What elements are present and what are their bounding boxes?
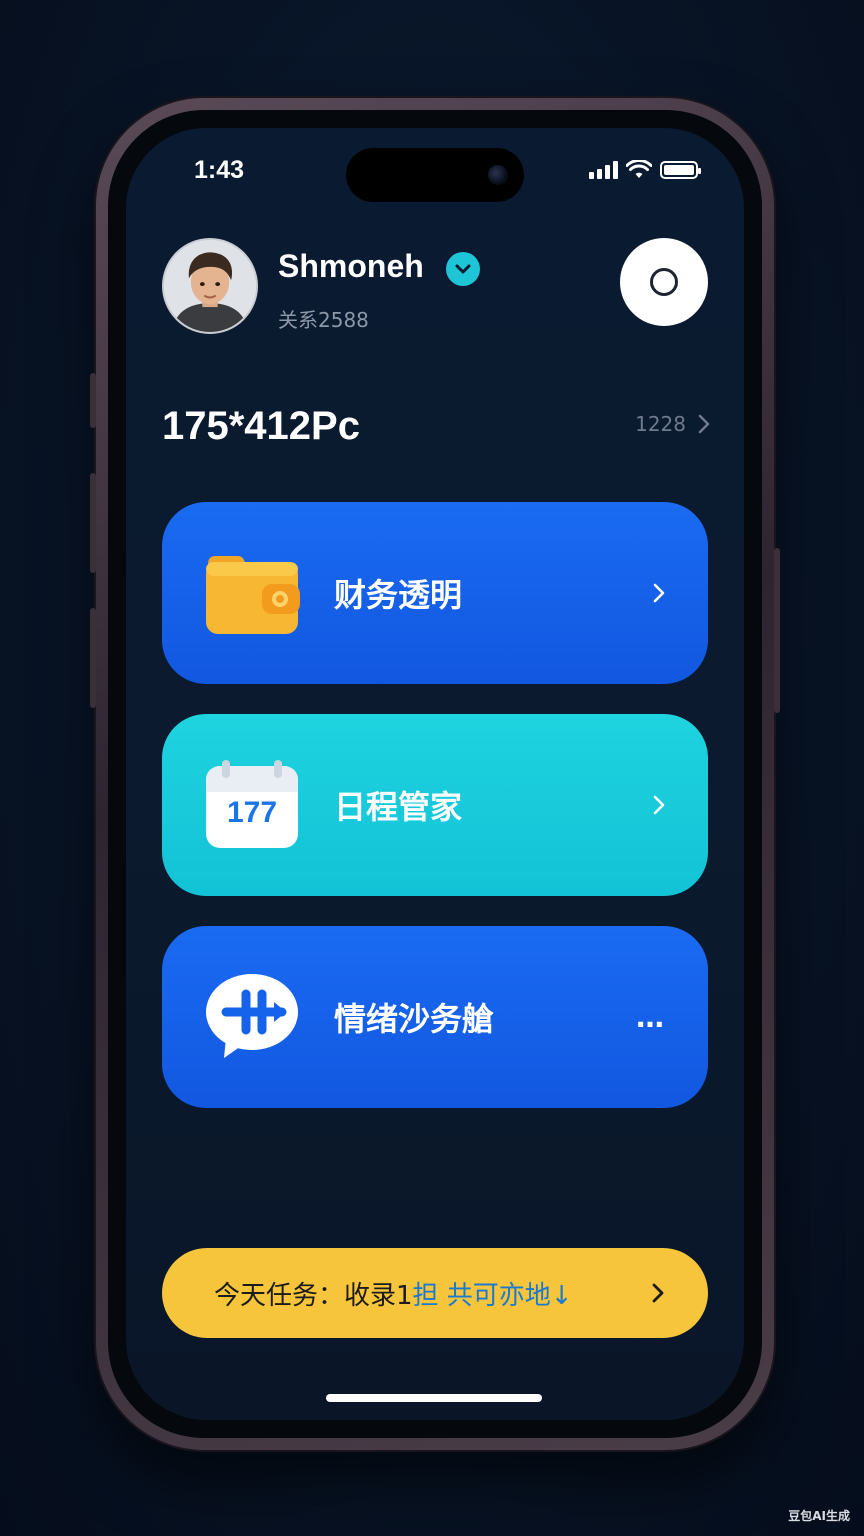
balance-link[interactable]: 1228 <box>635 412 710 436</box>
calendar-icon: 177 <box>204 760 300 850</box>
user-name: Shmoneh <box>278 248 424 284</box>
task-prefix: 今天任务：收录1 <box>214 1280 413 1311</box>
emotion-card[interactable]: 情绪沙务艙 … <box>162 926 708 1108</box>
action-button <box>90 373 96 428</box>
phone-screen: 1:43 Shmoneh 关系2588 175*412Pc 1228 财务透明 … <box>126 128 744 1420</box>
app-stage: 1:43 Shmoneh 关系2588 175*412Pc 1228 财务透明 … <box>0 0 864 1536</box>
calendar-number: 177 <box>226 796 278 829</box>
user-subtitle: 关系2588 <box>278 308 369 332</box>
battery-icon <box>660 161 701 179</box>
balance-link-label: 1228 <box>635 412 686 436</box>
more-icon[interactable]: … <box>636 1001 666 1034</box>
phone-frame: 1:43 Shmoneh 关系2588 175*412Pc 1228 财务透明 … <box>90 98 780 1450</box>
schedule-card-label: 日程管家 <box>334 788 463 826</box>
task-highlight: 担 共可亦地↓ <box>412 1280 573 1311</box>
power-button <box>774 548 780 713</box>
task-text: 今天任务：收录1担 共可亦地↓ <box>214 1275 573 1312</box>
avatar[interactable] <box>162 238 258 334</box>
watermark: 豆包AI生成 <box>788 1509 850 1523</box>
chat-bubble-icon <box>206 974 298 1058</box>
status-icons <box>589 160 701 180</box>
emotion-card-label: 情绪沙务艙 <box>334 1000 495 1038</box>
balance-value: 175*412Pc <box>162 404 360 448</box>
today-task-bar[interactable]: 今天任务：收录1担 共可亦地↓ <box>162 1248 708 1338</box>
status-time: 1:43 <box>194 156 245 184</box>
signal-icon <box>589 161 618 179</box>
finance-card-label: 财务透明 <box>334 576 463 614</box>
schedule-card[interactable]: 177 日程管家 <box>162 714 708 896</box>
chevron-right-icon <box>653 795 665 815</box>
chevron-right-icon <box>653 583 665 603</box>
settings-button[interactable] <box>620 238 708 326</box>
ring-icon <box>650 268 678 296</box>
camera-icon <box>488 165 508 185</box>
home-indicator[interactable] <box>326 1394 542 1402</box>
dynamic-island <box>346 148 524 202</box>
wallet-icon <box>206 556 300 634</box>
volume-down-button <box>90 608 96 708</box>
check-badge-icon <box>446 252 480 286</box>
finance-card[interactable]: 财务透明 <box>162 502 708 684</box>
wifi-icon <box>626 160 652 178</box>
chevron-right-icon <box>652 1283 664 1303</box>
chevron-right-icon <box>698 414 710 434</box>
volume-up-button <box>90 473 96 573</box>
